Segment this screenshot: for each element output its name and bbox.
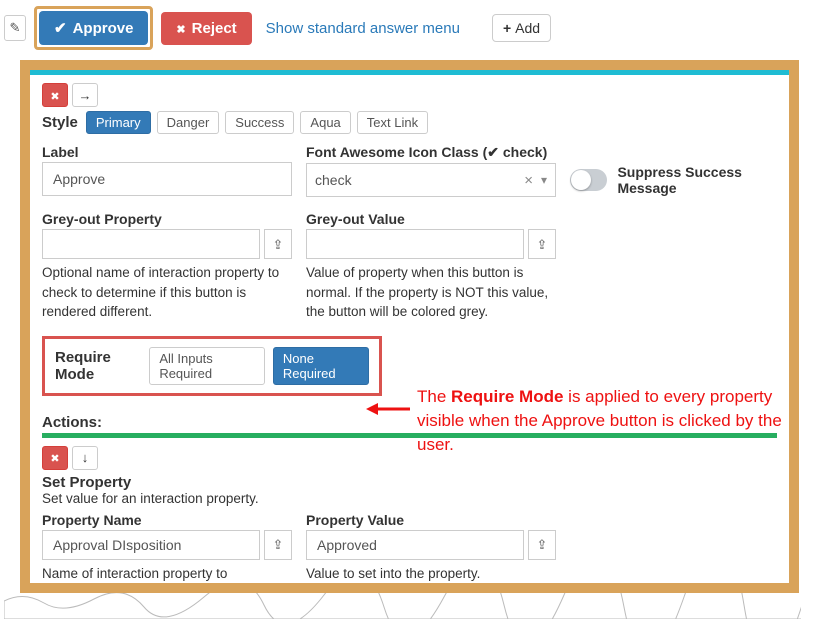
- greyprop-label: Grey-out Property: [42, 211, 292, 227]
- pencil-icon: [10, 20, 21, 36]
- clear-icon[interactable]: ×: [524, 172, 533, 189]
- action-delete-button[interactable]: [42, 446, 68, 470]
- toggle-switch[interactable]: [570, 169, 607, 191]
- reject-label: Reject: [192, 20, 237, 37]
- require-label: Require Mode: [55, 349, 141, 383]
- tag-icon: [273, 236, 284, 253]
- label-input[interactable]: [42, 162, 292, 196]
- propname-input[interactable]: [42, 530, 260, 560]
- move-button[interactable]: [72, 83, 98, 107]
- style-primary[interactable]: Primary: [86, 111, 151, 134]
- x-icon: [176, 20, 185, 37]
- chevron-down-icon[interactable]: [541, 173, 547, 187]
- annotation-text: The Require Mode is applied to every pro…: [417, 385, 787, 456]
- style-success[interactable]: Success: [225, 111, 294, 134]
- greyprop-input[interactable]: [42, 229, 260, 259]
- arrow-right-icon: [79, 88, 92, 103]
- annotation-arrow: [366, 402, 410, 416]
- config-panel: Style Primary Danger Success Aqua Text L…: [20, 60, 799, 593]
- check-icon: [54, 19, 67, 37]
- tag-icon: [273, 536, 284, 553]
- action-subtitle: Set value for an interaction property.: [42, 491, 777, 506]
- propname-help: Name of interaction property to: [42, 564, 292, 584]
- style-textlink[interactable]: Text Link: [357, 111, 428, 134]
- propval-input[interactable]: [306, 530, 524, 560]
- style-danger[interactable]: Danger: [157, 111, 220, 134]
- delete-button[interactable]: [42, 83, 68, 107]
- tag-icon: [537, 236, 548, 253]
- torn-edge: [4, 593, 801, 619]
- greyval-picker-button[interactable]: [528, 229, 556, 259]
- propval-help: Value to set into the property.: [306, 564, 556, 584]
- standard-answer-link[interactable]: Show standard answer menu: [260, 20, 466, 37]
- greyval-label: Grey-out Value: [306, 211, 556, 227]
- x-icon: [50, 88, 59, 103]
- check-icon: [487, 144, 499, 161]
- style-aqua[interactable]: Aqua: [300, 111, 350, 134]
- require-all[interactable]: All Inputs Required: [149, 347, 265, 385]
- propname-picker-button[interactable]: [264, 530, 292, 560]
- reject-button[interactable]: Reject: [161, 12, 251, 45]
- style-label: Style: [42, 114, 78, 131]
- approve-button[interactable]: Approve: [39, 11, 148, 45]
- action-title: Set Property: [42, 474, 777, 491]
- suppress-toggle[interactable]: Suppress Success Message: [570, 164, 777, 196]
- icon-class-value: check: [315, 172, 516, 188]
- greyval-help: Value of property when this button is no…: [306, 263, 556, 322]
- require-none[interactable]: None Required: [273, 347, 369, 385]
- arrow-down-icon: [82, 450, 89, 465]
- style-selector: Style Primary Danger Success Aqua Text L…: [42, 111, 777, 134]
- x-icon: [50, 450, 59, 465]
- tag-icon: [537, 536, 548, 553]
- greyprop-help: Optional name of interaction property to…: [42, 263, 292, 322]
- icon-field-label: Font Awesome Icon Class ( check): [306, 144, 556, 161]
- approve-label: Approve: [73, 20, 134, 37]
- approve-highlight: Approve: [34, 6, 153, 50]
- propval-picker-button[interactable]: [528, 530, 556, 560]
- icon-class-select[interactable]: check ×: [306, 163, 556, 197]
- propname-label: Property Name: [42, 512, 292, 528]
- plus-icon: [503, 20, 511, 36]
- edit-button[interactable]: [4, 15, 26, 41]
- label-field-label: Label: [42, 144, 292, 160]
- suppress-label: Suppress Success Message: [617, 164, 777, 196]
- greyprop-picker-button[interactable]: [264, 229, 292, 259]
- propval-label: Property Value: [306, 512, 556, 528]
- add-label: Add: [515, 20, 540, 36]
- require-mode-row: Require Mode All Inputs Required None Re…: [42, 336, 382, 396]
- greyval-input[interactable]: [306, 229, 524, 259]
- action-move-button[interactable]: [72, 446, 98, 470]
- add-button[interactable]: Add: [492, 14, 551, 42]
- toolbar: Approve Reject Show standard answer menu…: [4, 6, 801, 50]
